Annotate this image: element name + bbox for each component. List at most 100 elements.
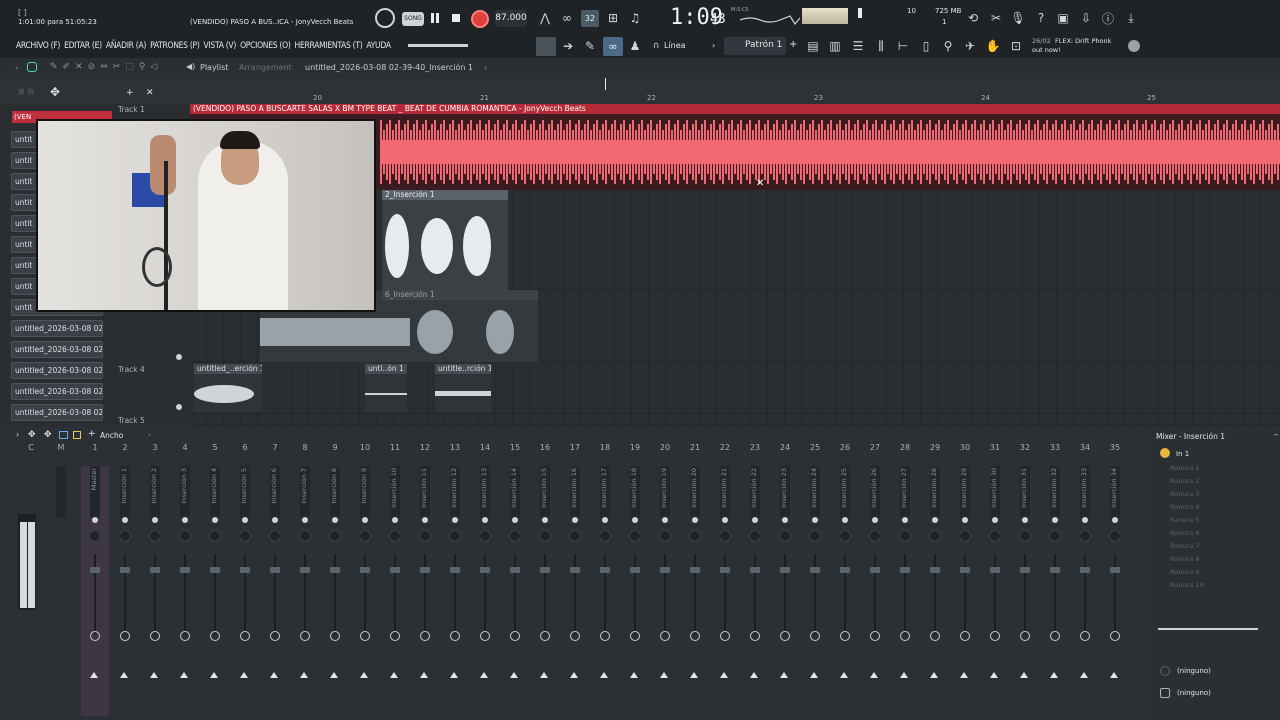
channel-name[interactable] <box>56 466 66 518</box>
track-mute-dot[interactable] <box>176 404 182 410</box>
volume-fader-track[interactable] <box>454 554 456 634</box>
mixer-channel[interactable]: 18 Inserción 17 <box>590 426 620 696</box>
channel-enable-dot[interactable] <box>422 517 428 523</box>
channel-name[interactable]: Inserción 3 <box>180 466 190 518</box>
pan-knob[interactable] <box>899 530 911 542</box>
volume-fader-track[interactable] <box>964 554 966 634</box>
send-knob[interactable] <box>360 631 370 641</box>
track-label[interactable]: Track 1 <box>118 105 145 114</box>
mixer-channel[interactable]: 21 Inserción 20 <box>680 426 710 696</box>
send-knob[interactable] <box>1110 631 1120 641</box>
pan-knob[interactable] <box>299 530 311 542</box>
pan-knob[interactable] <box>1049 530 1061 542</box>
send-knob[interactable] <box>240 631 250 641</box>
expand-icon[interactable]: › <box>15 63 18 72</box>
slot[interactable]: Ranura 8 <box>1160 555 1280 568</box>
mixer-channel[interactable]: 27 Inserción 26 <box>860 426 890 696</box>
volume-fader-handle[interactable] <box>450 567 460 573</box>
channel-name[interactable]: Inserción 22 <box>750 466 760 518</box>
mute-tool-icon[interactable]: ⊘ <box>88 62 96 72</box>
pan-knob[interactable] <box>1109 530 1121 542</box>
volume-fader-track[interactable] <box>424 554 426 634</box>
pan-knob[interactable] <box>749 530 761 542</box>
route-arrow-icon[interactable] <box>720 672 728 678</box>
step-button[interactable]: 32 <box>581 10 599 27</box>
arrow-right-icon[interactable]: ➔ <box>560 38 576 54</box>
mixer-channel[interactable]: 31 Inserción 30 <box>980 426 1010 696</box>
mixer-channel[interactable]: 10 Inserción 9 <box>350 426 380 696</box>
channel-enable-dot[interactable] <box>122 517 128 523</box>
volume-fader-handle[interactable] <box>660 567 670 573</box>
route-arrow-icon[interactable] <box>390 672 398 678</box>
send-knob[interactable] <box>1080 631 1090 641</box>
insert-volume-slider[interactable] <box>1158 628 1258 630</box>
route-arrow-icon[interactable] <box>990 672 998 678</box>
send-knob[interactable] <box>90 631 100 641</box>
channel-enable-dot[interactable] <box>272 517 278 523</box>
channel-name[interactable]: Inserción 26 <box>870 466 880 518</box>
volume-fader-handle[interactable] <box>390 567 400 573</box>
channel-enable-dot[interactable] <box>752 517 758 523</box>
mixer-channel[interactable]: 34 Inserción 33 <box>1070 426 1100 696</box>
channel-name[interactable]: Inserción 24 <box>810 466 820 518</box>
channel-name[interactable]: Inserción 13 <box>480 466 490 518</box>
pan-knob[interactable] <box>989 530 1001 542</box>
volume-fader-track[interactable] <box>784 554 786 634</box>
mixer-channel[interactable]: 6 Inserción 5 <box>230 426 260 696</box>
pan-knob[interactable] <box>89 530 101 542</box>
channel-enable-dot[interactable] <box>782 517 788 523</box>
send-knob[interactable] <box>1050 631 1060 641</box>
volume-fader-track[interactable] <box>214 554 216 634</box>
channel-name[interactable]: Inserción 14 <box>510 466 520 518</box>
slot[interactable]: Ranura 3 <box>1160 490 1280 503</box>
track-label[interactable]: Track 5 <box>118 416 145 425</box>
slot[interactable]: Ranura 6 <box>1160 529 1280 542</box>
send-knob[interactable] <box>720 631 730 641</box>
download-icon[interactable]: ⤓ <box>1123 10 1139 26</box>
channel-name[interactable]: Master <box>90 466 100 518</box>
piano-roll-icon[interactable]: ☰ <box>850 38 866 54</box>
select-tool-icon[interactable]: ⬚ <box>125 62 134 72</box>
send-knob[interactable] <box>660 631 670 641</box>
channel-name[interactable]: Inserción 5 <box>240 466 250 518</box>
route-arrow-icon[interactable] <box>1050 672 1058 678</box>
mixer-channel[interactable]: 33 Inserción 32 <box>1040 426 1070 696</box>
cart-icon[interactable]: ⊡ <box>1008 38 1024 54</box>
volume-fader-handle[interactable] <box>360 567 370 573</box>
mixer-channel[interactable]: 11 Inserción 10 <box>380 426 410 696</box>
channel-enable-dot[interactable] <box>812 517 818 523</box>
volume-fader-track[interactable] <box>904 554 906 634</box>
master-pitch-slider[interactable] <box>408 44 468 47</box>
send-knob[interactable] <box>750 631 760 641</box>
volume-fader-handle[interactable] <box>330 567 340 573</box>
volume-fader-handle[interactable] <box>690 567 700 573</box>
stop-button[interactable] <box>452 14 460 22</box>
volume-fader-track[interactable] <box>814 554 816 634</box>
channel-name[interactable]: Inserción 28 <box>930 466 940 518</box>
metronome-icon[interactable] <box>375 8 395 28</box>
send-knob[interactable] <box>810 631 820 641</box>
volume-fader-handle[interactable] <box>240 567 250 573</box>
add-pattern-button[interactable]: + <box>789 39 797 50</box>
pan-knob[interactable] <box>959 530 971 542</box>
volume-fader-handle[interactable] <box>150 567 160 573</box>
timeline[interactable] <box>0 78 1280 104</box>
send-knob[interactable] <box>300 631 310 641</box>
mixer-channel[interactable]: 17 Inserción 16 <box>560 426 590 696</box>
sidebar-item[interactable]: untitled_2026-03-08 02-... <box>11 362 103 379</box>
browser-icon[interactable]: ⊢ <box>895 38 911 54</box>
route-arrow-icon[interactable] <box>540 672 548 678</box>
route-arrow-icon[interactable] <box>300 672 308 678</box>
track-lane-4[interactable] <box>190 362 1280 414</box>
volume-fader-track[interactable] <box>184 554 186 634</box>
volume-fader-track[interactable] <box>1084 554 1086 634</box>
input-label[interactable]: In 1 <box>1176 450 1189 458</box>
slot[interactable]: Ranura 9 <box>1160 568 1280 581</box>
mixer-icon[interactable]: ⫼ <box>873 38 889 54</box>
channel-name[interactable]: Inserción 7 <box>300 466 310 518</box>
channel-enable-dot[interactable] <box>92 517 98 523</box>
route-arrow-icon[interactable] <box>330 672 338 678</box>
pan-knob[interactable] <box>269 530 281 542</box>
info-icon[interactable]: ⓘ <box>1100 10 1116 26</box>
channel-name[interactable]: Inserción 2 <box>150 466 160 518</box>
